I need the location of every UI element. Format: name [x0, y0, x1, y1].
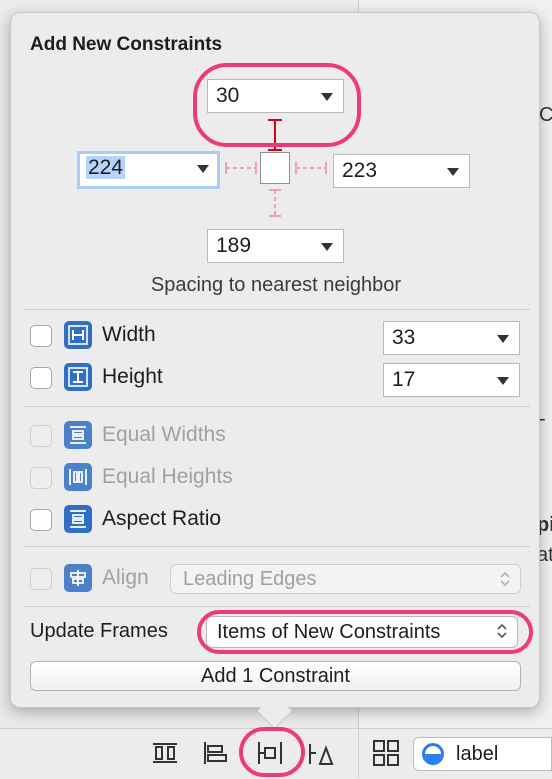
align-checkbox[interactable]: [30, 568, 52, 590]
height-row: Height: [30, 360, 360, 394]
chevron-down-icon[interactable]: [497, 377, 509, 385]
trailing-spacing-field[interactable]: 223: [333, 154, 470, 188]
height-label: Height: [102, 365, 163, 388]
trailing-spacing-value: 223: [342, 159, 378, 182]
align-select[interactable]: Leading Edges: [170, 564, 521, 594]
aspect-ratio-row: Aspect Ratio: [30, 502, 360, 536]
chevron-down-icon[interactable]: [447, 168, 459, 176]
label-object-icon: [422, 743, 444, 765]
view-placeholder-box: [260, 152, 290, 184]
width-value-field[interactable]: 33: [383, 321, 520, 355]
updown-chevron-icon: [500, 571, 510, 587]
height-value: 17: [392, 368, 416, 391]
annotation-ring-pin-button: [239, 727, 305, 777]
equal-heights-label: Equal Heights: [102, 465, 233, 488]
object-selector[interactable]: label: [413, 737, 552, 771]
update-frames-label: Update Frames: [30, 620, 168, 642]
divider: [24, 406, 530, 407]
divider: [24, 606, 530, 607]
align-select-value: Leading Edges: [183, 568, 317, 590]
equal-widths-icon: [64, 421, 92, 449]
grid-icon[interactable]: [371, 738, 401, 768]
aspect-ratio-label: Aspect Ratio: [102, 507, 222, 530]
annotation-ring-top-spacing: [193, 63, 361, 147]
align-label: Align: [102, 566, 149, 589]
equal-heights-checkbox[interactable]: [30, 467, 52, 489]
bottom-constraint-strut[interactable]: [269, 189, 281, 217]
equal-widths-checkbox[interactable]: [30, 425, 52, 447]
width-label: Width: [102, 323, 156, 346]
spacing-caption: Spacing to nearest neighbor: [150, 274, 402, 296]
aspect-ratio-checkbox[interactable]: [30, 509, 52, 531]
divider: [24, 546, 530, 547]
annotation-ring-update-frames: [197, 610, 533, 654]
height-constraint-icon: [64, 363, 92, 391]
chevron-down-icon[interactable]: [197, 165, 209, 173]
align-row: Align: [30, 561, 170, 595]
width-row: Width: [30, 318, 360, 352]
chevron-down-icon[interactable]: [497, 335, 509, 343]
leading-spacing-field[interactable]: 224: [77, 151, 220, 189]
equal-heights-icon: [64, 463, 92, 491]
height-value-field[interactable]: 17: [383, 363, 520, 397]
add-constraints-button[interactable]: Add 1 Constraint: [30, 661, 521, 691]
equal-widths-label: Equal Widths: [102, 423, 226, 446]
trailing-constraint-strut[interactable]: [295, 162, 327, 174]
resolve-issues-icon[interactable]: [306, 738, 336, 768]
equal-heights-row: Equal Heights: [30, 460, 360, 494]
equal-widths-row: Equal Widths: [30, 418, 360, 452]
inspector-glyph: C: [539, 104, 552, 126]
inspector-glyph: -: [539, 408, 546, 430]
leading-spacing-value: 224: [86, 156, 126, 179]
bottom-bar-separator: [358, 728, 359, 778]
width-checkbox[interactable]: [30, 325, 52, 347]
aspect-ratio-icon: [64, 505, 92, 533]
stack-icon[interactable]: [150, 738, 180, 768]
chevron-down-icon[interactable]: [321, 243, 333, 251]
width-constraint-icon: [64, 321, 92, 349]
popover-title: Add New Constraints: [30, 34, 223, 55]
align-icon[interactable]: [200, 738, 230, 768]
width-value: 33: [392, 326, 416, 349]
bottom-spacing-field[interactable]: 189: [207, 229, 344, 263]
divider: [24, 309, 530, 310]
object-selector-label: label: [456, 743, 499, 765]
height-checkbox[interactable]: [30, 367, 52, 389]
bottom-spacing-value: 189: [216, 234, 252, 257]
align-icon: [64, 564, 92, 592]
leading-constraint-strut[interactable]: [225, 162, 257, 174]
